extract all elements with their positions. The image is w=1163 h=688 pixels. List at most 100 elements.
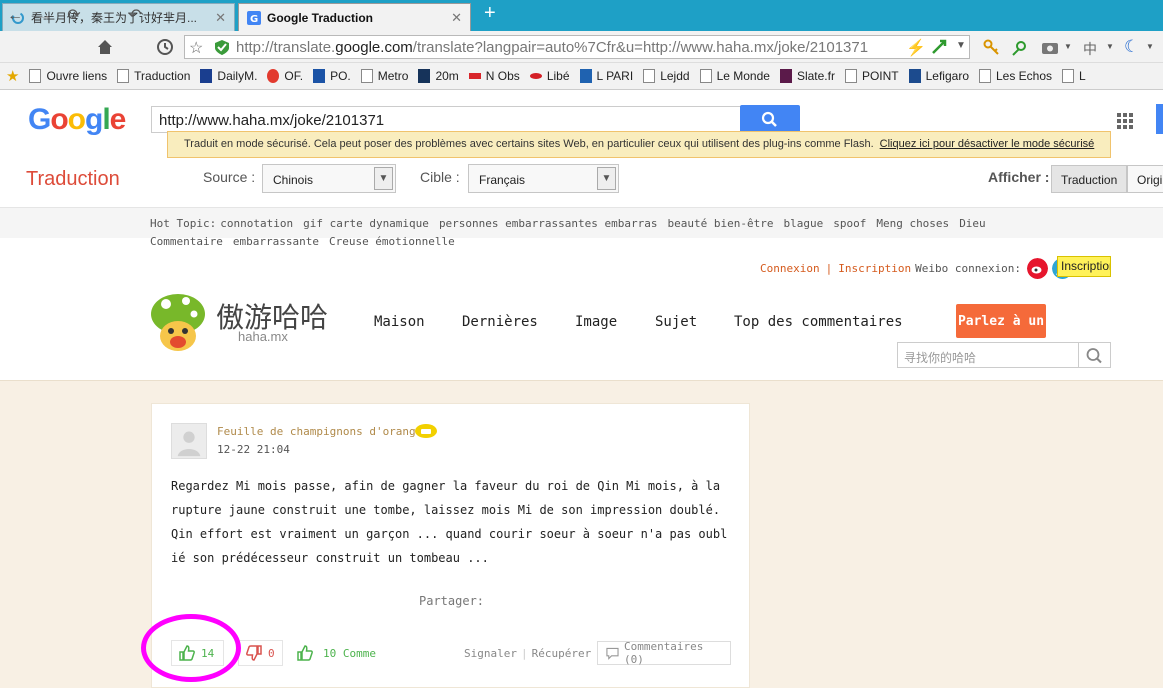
history-icon[interactable]	[156, 38, 174, 56]
post-actions: Signaler | Récupérer	[464, 647, 591, 660]
view-translation-button[interactable]: Traduction	[1051, 165, 1128, 193]
signup-button[interactable]: Inscription	[1057, 256, 1111, 277]
bookmark-item[interactable]: Ouvre liens	[29, 69, 107, 83]
signup-link[interactable]: Inscription	[838, 262, 911, 275]
talk-button[interactable]: Parlez à un	[956, 304, 1046, 338]
lightning-icon[interactable]: ⚡	[906, 38, 926, 58]
bookmark-item[interactable]: PO.	[313, 69, 351, 83]
20m-icon	[418, 69, 431, 83]
hot-topic-link[interactable]: gif carte dynamique	[303, 217, 429, 230]
chevron-down-icon[interactable]: ▼	[1106, 42, 1114, 51]
bookmark-item[interactable]: L PARI	[579, 69, 633, 83]
thumbs-down-icon	[246, 645, 262, 661]
comments-button[interactable]: Commentaires (0)	[597, 640, 731, 666]
menu-latest[interactable]: Dernières	[462, 314, 538, 330]
bookmark-item[interactable]: Traduction	[117, 69, 190, 83]
avatar[interactable]	[171, 423, 207, 459]
site-search-input[interactable]: 寻找你的哈哈	[897, 342, 1079, 368]
bookmark-item[interactable]: 20m	[418, 69, 459, 83]
svg-text:G: G	[250, 14, 258, 25]
bookmark-item[interactable]: Metro	[360, 69, 408, 83]
star-icon[interactable]: ☆	[189, 38, 203, 58]
url-text: http://translate.google.com/translate?la…	[236, 39, 869, 56]
po-icon	[313, 69, 326, 83]
bookmark-item[interactable]: OF.	[267, 69, 303, 83]
close-icon[interactable]: ✕	[215, 10, 226, 26]
weibo-icon[interactable]	[1027, 258, 1049, 279]
bookmark-item[interactable]: POINT	[844, 69, 899, 83]
disable-secure-mode-link[interactable]: Cliquez ici pour désactiver le mode sécu…	[880, 138, 1095, 150]
undo-icon[interactable]: ↶	[126, 7, 144, 25]
mushroom-logo[interactable]	[150, 292, 206, 352]
camera-icon[interactable]	[1041, 40, 1059, 55]
bookmark-item[interactable]: Slate.fr	[779, 69, 835, 83]
bookmark-item[interactable]: Libé	[529, 69, 570, 83]
moon-icon[interactable]: ☾	[1124, 37, 1139, 57]
downvote-button[interactable]: 0	[238, 640, 283, 666]
bookmark-item[interactable]: Le Monde	[699, 69, 770, 83]
translate-url-input[interactable]: http://www.haha.mx/joke/2101371	[151, 106, 741, 133]
slate-icon	[779, 69, 792, 83]
recover-link[interactable]: Récupérer	[532, 647, 592, 660]
reload-icon[interactable]: ⟳	[65, 7, 83, 25]
page-icon	[643, 69, 656, 83]
logo-letter: e	[109, 103, 127, 136]
hot-topic-link[interactable]: Meng choses	[876, 217, 949, 230]
apps-grid-icon[interactable]	[1116, 112, 1134, 130]
site-search-button[interactable]	[1078, 342, 1111, 368]
login-link[interactable]: Connexion	[760, 262, 820, 275]
target-language-select[interactable]: Français ▼	[468, 164, 619, 193]
google-logo[interactable]: Google	[28, 103, 127, 137]
page-icon	[1062, 69, 1075, 83]
divider: |	[825, 262, 833, 275]
google-translate-icon: G	[247, 10, 261, 25]
menu-topic[interactable]: Sujet	[655, 314, 697, 330]
key-icon[interactable]	[983, 39, 1000, 56]
home-icon[interactable]	[96, 38, 114, 56]
hot-topic-link[interactable]: embarrassante	[233, 235, 319, 248]
bookmark-item[interactable]: Lejdd	[643, 69, 690, 83]
tab-google-traduction[interactable]: G Google Traduction ✕	[238, 3, 471, 31]
hot-topic-link[interactable]: Creuse émotionnelle	[329, 235, 455, 248]
hot-topic-link[interactable]: personnes embarrassantes embarras	[439, 217, 658, 230]
comment-count-button[interactable]: 10 Comme	[296, 640, 376, 666]
translate-icon[interactable]: 中	[1083, 39, 1097, 59]
source-language-select[interactable]: Chinois ▼	[262, 164, 396, 193]
forward-icon[interactable]: →	[35, 7, 53, 25]
account-avatar[interactable]	[1156, 104, 1163, 134]
translate-search-button[interactable]	[740, 105, 800, 134]
report-link[interactable]: Signaler	[464, 647, 517, 660]
libe-icon	[529, 73, 542, 79]
search-icon	[1086, 348, 1102, 364]
bookmark-label: PO.	[330, 69, 351, 83]
chevron-down-icon[interactable]: ▼	[1064, 42, 1072, 51]
site-domain: haha.mx	[238, 329, 288, 344]
post-author[interactable]: Feuille de champignons d'orange	[217, 425, 422, 438]
menu-home[interactable]: Maison	[374, 314, 425, 330]
hot-topic-link[interactable]: beauté bien-être	[667, 217, 773, 230]
view-original-button[interactable]: Original	[1127, 165, 1163, 193]
back-icon[interactable]: ←	[6, 7, 24, 25]
chevron-down-icon[interactable]: ▼	[956, 40, 966, 51]
security-notice: Traduit en mode sécurisé. Cela peut pose…	[167, 131, 1111, 158]
post-date: 12-22 21:04	[217, 443, 290, 456]
chevron-down-icon[interactable]: ▼	[1146, 42, 1154, 51]
refresh-user-icon[interactable]	[1011, 39, 1029, 57]
bookmark-item[interactable]: DailyM.	[200, 69, 257, 83]
bookmarks-star-icon[interactable]: ★	[6, 67, 19, 85]
hot-topic-link[interactable]: spoof	[833, 217, 866, 230]
bookmark-item[interactable]: Les Echos	[979, 69, 1052, 83]
parisien-icon	[579, 69, 592, 83]
hot-topic-link[interactable]: blague	[783, 217, 823, 230]
bookmark-item[interactable]: Lefigaro	[908, 69, 969, 83]
close-icon[interactable]: ✕	[451, 10, 462, 26]
hot-topic-link[interactable]: connotation	[220, 217, 293, 230]
bookmark-item[interactable]: N Obs	[468, 69, 520, 83]
new-tab-button[interactable]: +	[484, 2, 496, 25]
menu-top-comments[interactable]: Top des commentaires	[734, 314, 903, 330]
bookmark-item[interactable]: L	[1062, 69, 1086, 83]
plugin-icon[interactable]	[930, 38, 948, 56]
menu-image[interactable]: Image	[575, 314, 617, 330]
bookmark-label: OF.	[284, 69, 304, 83]
tab-label: 看半月传，秦王为了讨好芈月...	[31, 11, 198, 25]
